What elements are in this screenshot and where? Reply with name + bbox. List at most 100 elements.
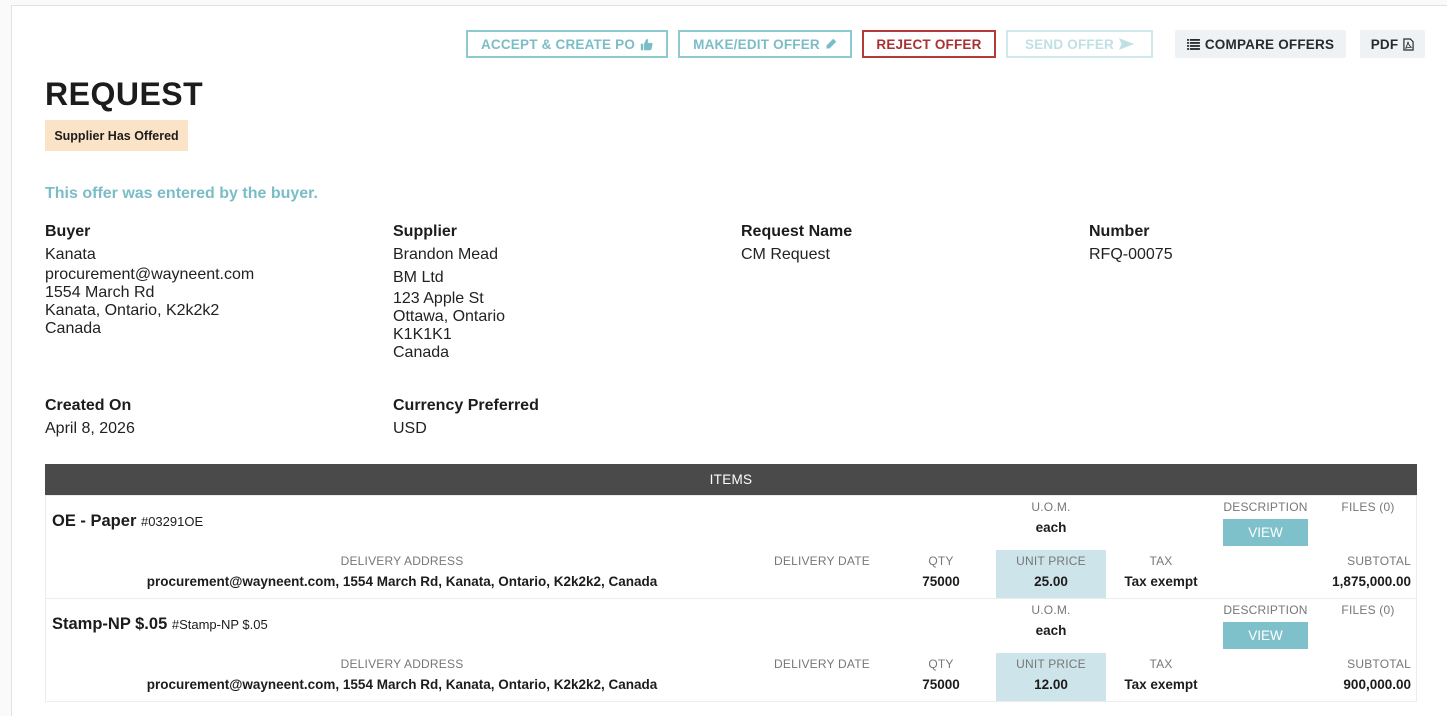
tax-value: Tax exempt — [1124, 574, 1198, 589]
unit-price-cell: UNIT PRICE 12.00 — [996, 657, 1106, 692]
tax-header: TAX — [1149, 554, 1173, 568]
description-cell: DESCRIPTION VIEW — [1213, 500, 1318, 546]
subtotal-cell: SUBTOTAL 1,875,000.00 — [1296, 554, 1411, 589]
request-name-block: Request Name CM Request — [741, 223, 852, 264]
delivery-address-value: procurement@wayneent.com, 1554 March Rd,… — [146, 677, 658, 692]
items-header: ITEMS — [45, 464, 1417, 495]
pdf-button[interactable]: PDF — [1360, 30, 1425, 58]
uom-header: U.O.M. — [1031, 500, 1071, 514]
request-name-value: CM Request — [741, 246, 830, 263]
supplier-country: Canada — [393, 344, 450, 361]
delivery-date-cell: DELIVERY DATE — [766, 554, 878, 574]
created-on-value: April 8, 2026 — [45, 420, 135, 437]
tax-cell: TAX Tax exempt — [1111, 657, 1211, 692]
item-title: Stamp-NP $.05 — [52, 615, 168, 633]
qty-header: QTY — [928, 554, 954, 568]
created-on-label: Created On — [45, 397, 132, 414]
subtotal-value: 900,000.00 — [1343, 677, 1411, 692]
uom-cell: U.O.M. each — [1006, 500, 1096, 535]
supplier-postal: K1K1K1 — [393, 326, 452, 343]
tax-cell: TAX Tax exempt — [1111, 554, 1211, 589]
subtotal-cell: SUBTOTAL 900,000.00 — [1296, 657, 1411, 692]
request-name-label: Request Name — [741, 223, 853, 240]
page-title: REQUEST — [45, 76, 204, 112]
item-code: #Stamp-NP $.05 — [171, 617, 268, 632]
files-header[interactable]: FILES (0) — [1333, 603, 1403, 617]
accept-create-po-label: ACCEPT & CREATE PO — [480, 36, 636, 52]
item-title: OE - Paper — [52, 512, 137, 530]
buyer-block: Buyer Kanata procurement@wayneent.com 15… — [45, 223, 254, 338]
buyer-email: procurement@wayneent.com — [45, 266, 255, 283]
item-name: OE - Paper #03291OE — [52, 512, 203, 531]
qty-value: 75000 — [922, 574, 960, 589]
unit-price-cell: UNIT PRICE 25.00 — [996, 554, 1106, 589]
unit-price-header: UNIT PRICE — [1016, 554, 1086, 568]
supplier-block: Supplier Brandon Mead BM Ltd 123 Apple S… — [393, 223, 505, 362]
list-icon — [1186, 38, 1200, 50]
uom-value: each — [1035, 623, 1067, 638]
uom-cell: U.O.M. each — [1006, 603, 1096, 638]
supplier-contact: Brandon Mead — [393, 246, 498, 263]
pdf-label: PDF — [1370, 36, 1399, 52]
files-cell: FILES (0) — [1333, 603, 1403, 617]
item-row: OE - Paper #03291OE U.O.M. each DESCRIPT… — [45, 495, 1417, 551]
currency-value: USD — [393, 420, 427, 437]
reject-offer-button[interactable]: REJECT OFFER — [862, 30, 996, 58]
delivery-address-cell: DELIVERY ADDRESS procurement@wayneent.co… — [66, 554, 738, 589]
view-description-button[interactable]: VIEW — [1223, 622, 1308, 649]
delivery-date-cell: DELIVERY DATE — [766, 657, 878, 677]
qty-header: QTY — [928, 657, 954, 671]
uom-value: each — [1035, 520, 1067, 535]
item-row: Stamp-NP $.05 #Stamp-NP $.05 U.O.M. each… — [45, 598, 1417, 654]
qty-value: 75000 — [922, 677, 960, 692]
supplier-label: Supplier — [393, 223, 458, 240]
buyer-name: Kanata — [45, 246, 96, 263]
accept-create-po-button[interactable]: ACCEPT & CREATE PO — [466, 30, 668, 58]
buyer-street: 1554 March Rd — [45, 284, 155, 301]
view-description-button[interactable]: VIEW — [1223, 519, 1308, 546]
currency-label: Currency Preferred — [393, 397, 539, 414]
item-name: Stamp-NP $.05 #Stamp-NP $.05 — [52, 615, 268, 634]
pencil-icon — [825, 38, 837, 50]
tax-value: Tax exempt — [1124, 677, 1198, 692]
currency-block: Currency Preferred USD — [393, 397, 539, 438]
send-offer-button[interactable]: SEND OFFER — [1006, 30, 1153, 58]
supplier-city: Ottawa, Ontario — [393, 308, 506, 325]
buyer-city: Kanata, Ontario, K2k2k2 — [45, 302, 220, 319]
pdf-file-icon — [1403, 37, 1414, 51]
compare-offers-button[interactable]: COMPARE OFFERS — [1175, 30, 1346, 58]
compare-offers-label: COMPARE OFFERS — [1204, 36, 1335, 52]
item-detail-row: DELIVERY ADDRESS procurement@wayneent.co… — [45, 653, 1417, 702]
files-header[interactable]: FILES (0) — [1333, 500, 1403, 514]
make-edit-offer-label: MAKE/EDIT OFFER — [693, 36, 820, 52]
unit-price-value: 12.00 — [1034, 677, 1068, 692]
send-offer-label: SEND OFFER — [1024, 36, 1114, 52]
delivery-date-header: DELIVERY DATE — [774, 554, 870, 568]
subtotal-header: SUBTOTAL — [1347, 554, 1411, 568]
number-block: Number RFQ-00075 — [1089, 223, 1173, 264]
subtotal-header: SUBTOTAL — [1347, 657, 1411, 671]
created-on-block: Created On April 8, 2026 — [45, 397, 135, 438]
delivery-address-header: DELIVERY ADDRESS — [340, 657, 464, 671]
delivery-address-value: procurement@wayneent.com, 1554 March Rd,… — [146, 574, 658, 589]
buyer-country: Canada — [45, 320, 102, 337]
qty-cell: QTY 75000 — [906, 554, 976, 589]
request-page: ACCEPT & CREATE PO MAKE/EDIT OFFER REJEC… — [11, 5, 1447, 716]
uom-header: U.O.M. — [1031, 603, 1071, 617]
supplier-street: 123 Apple St — [393, 290, 484, 307]
make-edit-offer-button[interactable]: MAKE/EDIT OFFER — [678, 30, 852, 58]
buyer-label: Buyer — [45, 223, 91, 240]
action-toolbar: ACCEPT & CREATE PO MAKE/EDIT OFFER REJEC… — [12, 30, 1447, 60]
item-detail-row: DELIVERY ADDRESS procurement@wayneent.co… — [45, 550, 1417, 599]
supplier-company: BM Ltd — [393, 269, 444, 286]
number-value: RFQ-00075 — [1089, 246, 1173, 263]
description-header: DESCRIPTION — [1223, 603, 1308, 617]
unit-price-value: 25.00 — [1034, 574, 1068, 589]
delivery-date-header: DELIVERY DATE — [774, 657, 870, 671]
item-code: #03291OE — [140, 514, 204, 529]
description-header: DESCRIPTION — [1223, 500, 1308, 514]
send-icon — [1119, 38, 1134, 50]
reject-offer-label: REJECT OFFER — [876, 36, 982, 52]
description-cell: DESCRIPTION VIEW — [1213, 603, 1318, 649]
unit-price-header: UNIT PRICE — [1016, 657, 1086, 671]
